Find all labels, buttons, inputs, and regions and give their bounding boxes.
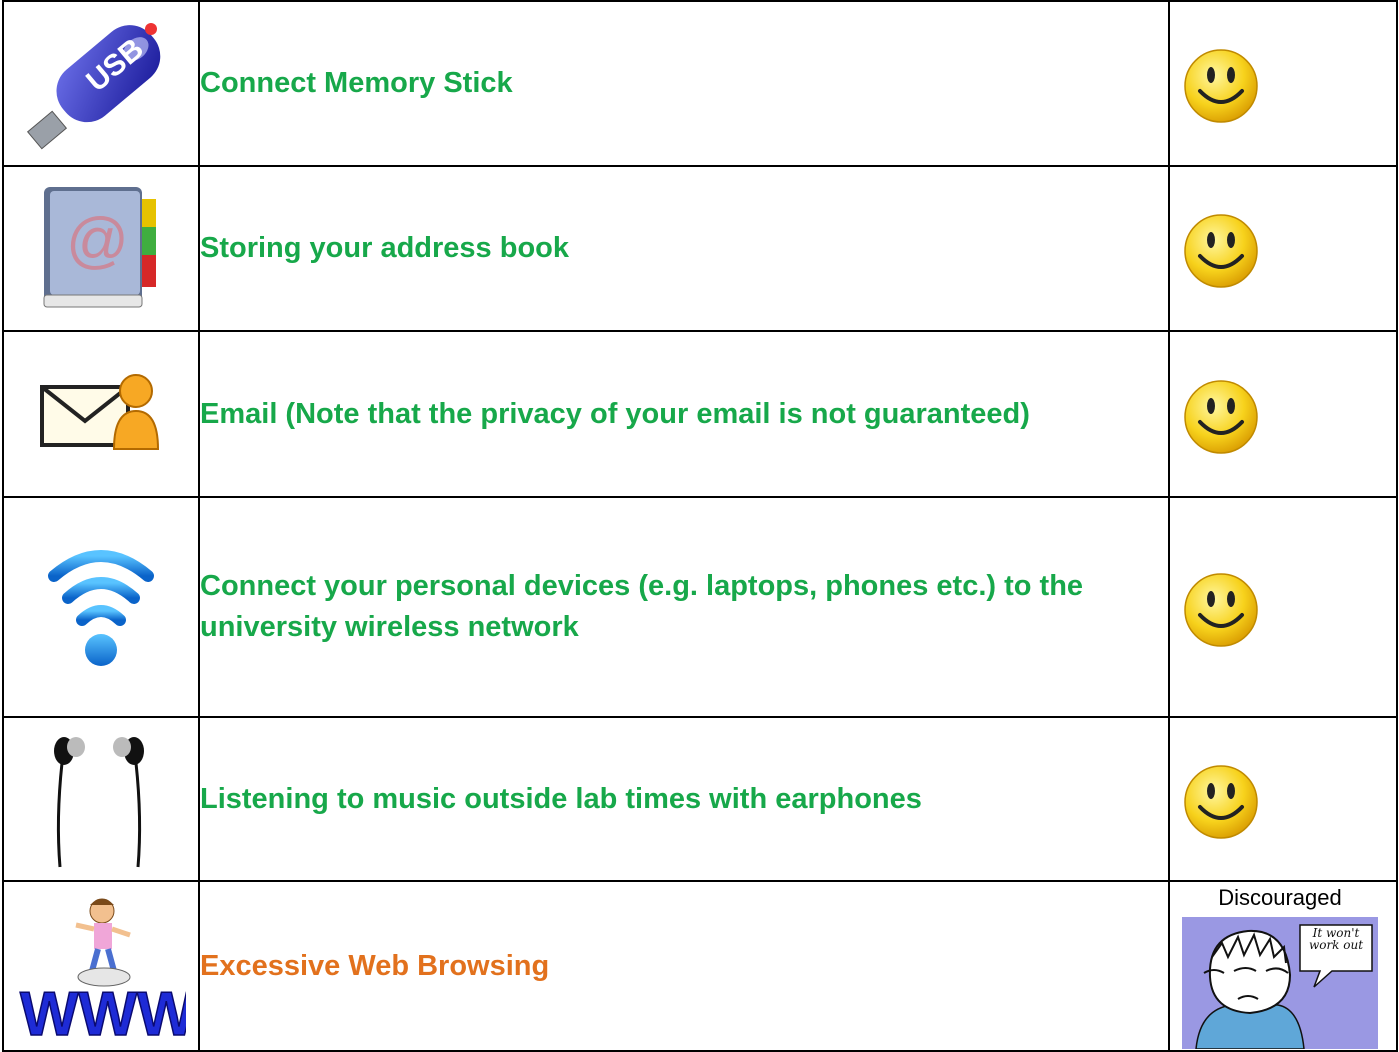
smiley-icon — [1184, 572, 1258, 647]
rules-table: USB Connect Memory Stick @ Storing your … — [2, 0, 1398, 1052]
rule-text-cell: Storing your address book — [198, 165, 1170, 332]
icon-cell: @ — [2, 165, 200, 332]
status-cell — [1168, 496, 1398, 718]
table-row: Connect your personal devices (e.g. lapt… — [2, 496, 1398, 718]
earphones-icon — [54, 737, 144, 868]
discouraged-cartoon-icon: It won't work out — [1182, 917, 1378, 1049]
status-cell — [1168, 0, 1398, 167]
status-cell — [1168, 330, 1398, 498]
smiley-icon — [1184, 49, 1258, 123]
table-row: USB Connect Memory Stick — [2, 0, 1398, 167]
icon-cell — [2, 496, 200, 718]
speech-bubble-text: It won't work out — [1308, 927, 1364, 952]
status-cell — [1168, 165, 1398, 332]
icon-cell: WWW — [2, 880, 200, 1052]
table-row: Email (Note that the privacy of your ema… — [2, 330, 1398, 498]
smiley-icon — [1184, 214, 1258, 288]
rule-text: Connect Memory Stick — [200, 67, 513, 99]
rule-text-cell: Connect Memory Stick — [198, 0, 1170, 167]
rule-text-cell: Excessive Web Browsing — [198, 880, 1170, 1052]
rule-text-cell: Connect your personal devices (e.g. lapt… — [198, 496, 1170, 718]
rule-text: Storing your address book — [200, 232, 569, 264]
rule-text: Email (Note that the privacy of your ema… — [200, 397, 1030, 430]
icon-cell — [2, 716, 200, 882]
table-row: WWW Excessive Web Browsing Discouraged I… — [2, 880, 1398, 1052]
rule-text-cell: Listening to music outside lab times wit… — [198, 716, 1170, 882]
smiley-icon — [1184, 764, 1258, 839]
usb-stick-icon: USB — [26, 22, 161, 149]
table-row: @ Storing your address book — [2, 165, 1398, 332]
email-user-icon — [40, 374, 160, 450]
smiley-icon — [1184, 379, 1258, 454]
wifi-icon — [48, 550, 154, 666]
table-row: Listening to music outside lab times wit… — [2, 716, 1398, 882]
rule-text: Excessive Web Browsing — [200, 949, 550, 982]
svg-text:@: @ — [66, 206, 129, 275]
svg-text:WWW: WWW — [20, 980, 186, 1041]
icon-cell: USB — [2, 0, 200, 167]
icon-cell — [2, 330, 200, 498]
www-surfer-icon: WWW — [19, 898, 186, 1041]
status-cell — [1168, 716, 1398, 882]
rule-text: Connect your personal devices (e.g. lapt… — [200, 570, 1084, 643]
discouraged-label: Discouraged — [1218, 885, 1342, 910]
address-book-icon: @ — [43, 186, 156, 307]
rule-text: Listening to music outside lab times wit… — [200, 782, 922, 815]
rule-text-cell: Email (Note that the privacy of your ema… — [198, 330, 1170, 498]
status-cell: Discouraged It won't work out — [1168, 880, 1398, 1052]
